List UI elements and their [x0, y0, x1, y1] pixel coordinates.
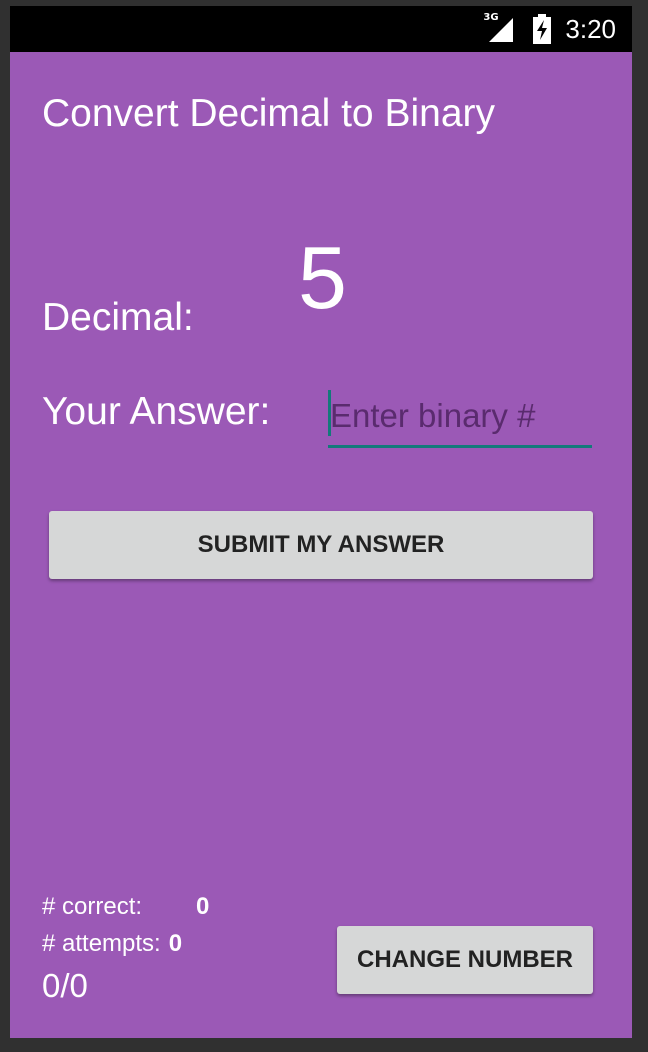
binary-answer-input[interactable]	[328, 386, 592, 448]
attempts-count-value: 0	[168, 930, 183, 957]
correct-count-row: # correct: 0	[42, 888, 209, 925]
score-ratio: 0/0	[42, 967, 88, 1004]
page-title: Convert Decimal to Binary	[42, 92, 495, 135]
status-icons: 3G 3:20	[483, 6, 616, 52]
submit-answer-button[interactable]: SUBMIT MY ANSWER	[49, 511, 593, 579]
decimal-label: Decimal:	[42, 296, 194, 339]
status-bar: 3G 3:20	[10, 6, 632, 52]
app-content: Convert Decimal to Binary Decimal: 5 You…	[10, 52, 632, 1038]
attempts-count-label: # attempts:	[42, 930, 161, 957]
answer-label: Your Answer:	[42, 390, 271, 433]
cell-signal-icon: 3G	[483, 12, 515, 44]
correct-count-value: 0	[196, 893, 210, 920]
attempts-count-row: # attempts: 0	[42, 925, 209, 962]
battery-charging-icon	[533, 14, 552, 44]
decimal-value: 5	[298, 228, 347, 327]
correct-count-label: # correct:	[42, 893, 143, 920]
status-time: 3:20	[565, 13, 616, 44]
change-number-button[interactable]: CHANGE NUMBER	[337, 926, 593, 994]
text-cursor	[328, 390, 331, 436]
score-stats: # correct: 0 # attempts: 0 0/0	[42, 888, 209, 1006]
phone-screen: 3G 3:20 Convert Decimal to Binary Decima…	[0, 0, 648, 1052]
